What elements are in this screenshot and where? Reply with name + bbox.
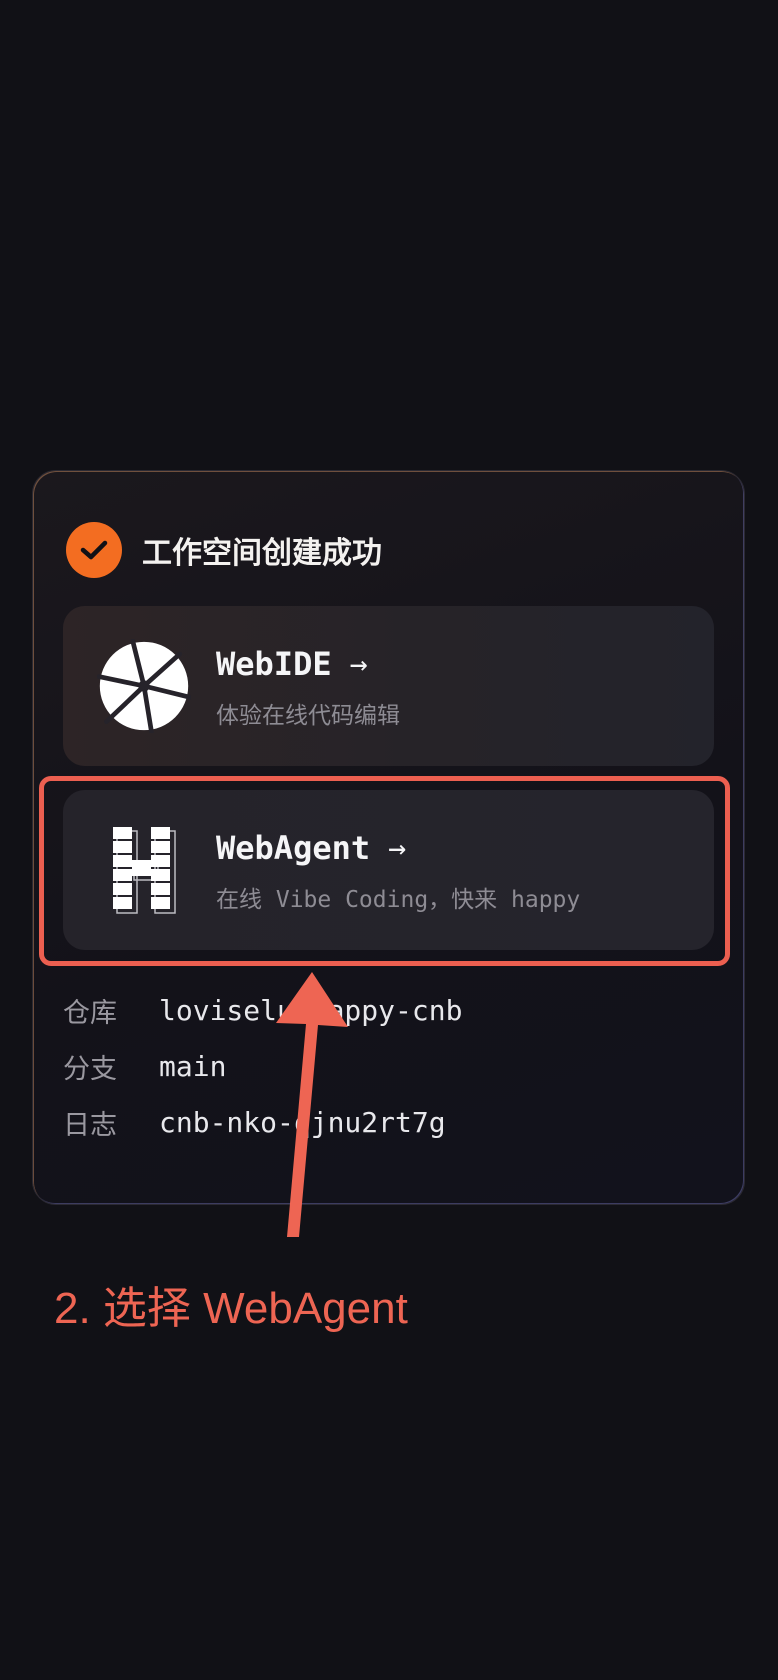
branch-row: 分支 main xyxy=(63,1046,226,1086)
log-row: 日志 cnb-nko-qjnu2rt7g xyxy=(63,1102,446,1142)
webagent-logo-icon xyxy=(96,823,191,918)
arrow-right-icon: → xyxy=(388,830,407,866)
check-icon xyxy=(66,522,122,578)
webide-label: WebIDE xyxy=(216,645,332,683)
webagent-subtitle: 在线 Vibe Coding，快来 happy xyxy=(216,887,581,913)
branch-label: 分支 xyxy=(63,1053,117,1085)
branch-value[interactable]: main xyxy=(159,1050,226,1083)
dialog-header: 工作空间创建成功 xyxy=(66,522,382,578)
repo-row: 仓库 loviselu/happy-cnb xyxy=(63,990,462,1030)
log-value[interactable]: cnb-nko-qjnu2rt7g xyxy=(159,1106,446,1139)
arrow-right-icon: → xyxy=(349,646,368,682)
webide-logo-icon xyxy=(96,639,191,734)
webide-option[interactable]: WebIDE → 体验在线代码编辑 xyxy=(63,606,714,766)
annotation-caption: 2. 选择 WebAgent xyxy=(54,1284,408,1333)
webide-text: WebIDE → 体验在线代码编辑 xyxy=(216,642,400,730)
repo-label: 仓库 xyxy=(63,997,117,1029)
dialog-title: 工作空间创建成功 xyxy=(142,536,382,571)
log-label: 日志 xyxy=(63,1109,117,1141)
webide-title: WebIDE → xyxy=(216,642,400,686)
page: 工作空间创建成功 WebIDE → 体验在线代码编辑 WebAgent → 在线… xyxy=(0,0,778,1680)
webagent-option[interactable]: WebAgent → 在线 Vibe Coding，快来 happy xyxy=(63,790,714,950)
webagent-text: WebAgent → 在线 Vibe Coding，快来 happy xyxy=(216,826,580,914)
webagent-title: WebAgent → xyxy=(216,826,580,870)
repo-value[interactable]: loviselu/happy-cnb xyxy=(159,994,462,1027)
webide-subtitle: 体验在线代码编辑 xyxy=(216,703,400,729)
webagent-label: WebAgent xyxy=(216,829,371,867)
